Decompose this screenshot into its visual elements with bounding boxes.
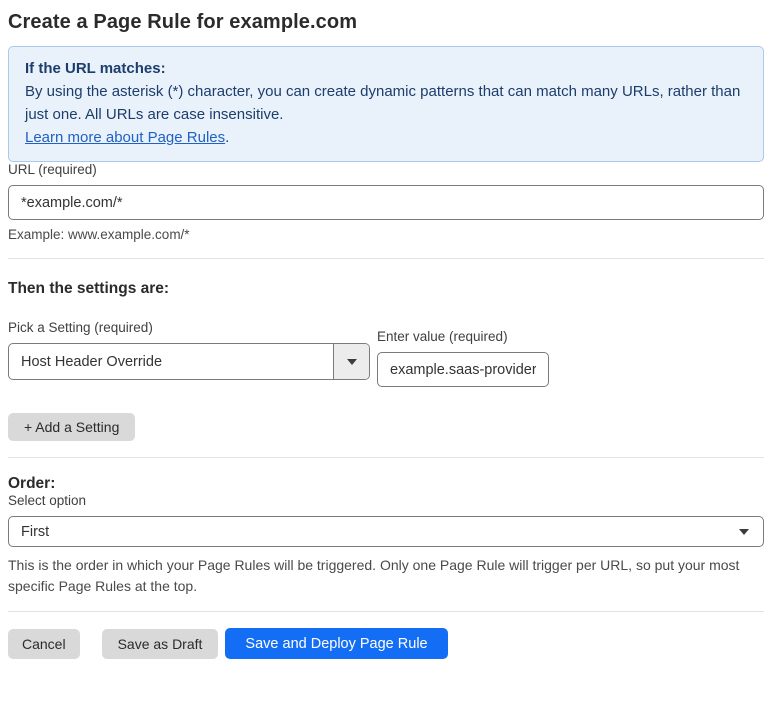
pick-setting-label: Pick a Setting (required)	[8, 320, 153, 335]
settings-section-heading: Then the settings are:	[8, 280, 170, 297]
url-example-hint: Example: www.example.com/*	[8, 227, 190, 242]
url-matches-info-box: If the URL matches: By using the asteris…	[8, 46, 764, 162]
page-title: Create a Page Rule for example.com	[8, 11, 358, 33]
chevron-down-icon	[346, 358, 357, 365]
setting-select-arrow-button[interactable]	[333, 344, 369, 379]
info-box-body: By using the asterisk (*) character, you…	[25, 83, 741, 123]
setting-value-input[interactable]	[377, 352, 549, 387]
order-select-value: First	[21, 523, 50, 540]
chevron-down-icon	[739, 528, 749, 535]
divider	[8, 258, 764, 259]
url-label: URL (required)	[8, 162, 97, 177]
order-select[interactable]: First	[8, 516, 764, 547]
info-box-link-line: Learn more about Page Rules.	[25, 126, 747, 149]
divider	[8, 611, 764, 612]
enter-value-column: Enter value (required)	[377, 329, 549, 387]
order-section-heading: Order:	[8, 475, 56, 492]
setting-select[interactable]: Host Header Override	[8, 343, 370, 380]
learn-more-link[interactable]: Learn more about Page Rules	[25, 129, 225, 146]
save-deploy-button[interactable]: Save and Deploy Page Rule	[225, 628, 448, 659]
info-box-heading: If the URL matches:	[25, 60, 166, 77]
settings-row: Pick a Setting (required) Host Header Ov…	[8, 320, 764, 387]
setting-select-value: Host Header Override	[21, 353, 163, 370]
link-period: .	[225, 129, 230, 146]
order-help-text: This is the order in which your Page Rul…	[8, 557, 740, 594]
select-option-label: Select option	[8, 493, 87, 508]
add-setting-button[interactable]: + Add a Setting	[8, 413, 136, 441]
enter-value-label: Enter value (required)	[377, 329, 508, 344]
save-draft-button[interactable]: Save as Draft	[101, 628, 219, 659]
footer-actions: Cancel Save as Draft Save and Deploy Pag…	[8, 628, 764, 659]
url-input[interactable]	[8, 185, 764, 220]
divider	[8, 457, 764, 458]
pick-setting-column: Pick a Setting (required) Host Header Ov…	[8, 320, 370, 380]
cancel-button[interactable]: Cancel	[8, 628, 80, 659]
create-page-rule-form: Create a Page Rule for example.com If th…	[0, 10, 772, 673]
